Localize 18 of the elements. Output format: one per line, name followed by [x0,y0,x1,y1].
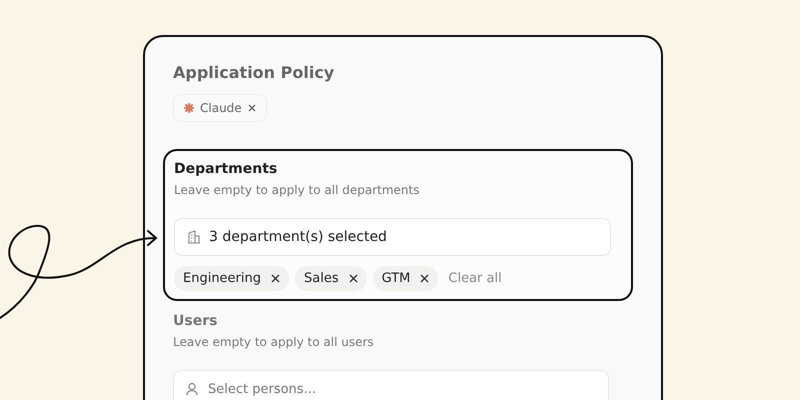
person-select[interactable]: Select persons... [173,370,609,400]
department-select[interactable]: 3 department(s) selected [174,218,611,256]
building-icon [187,230,201,244]
close-icon[interactable] [271,274,280,283]
close-icon[interactable] [348,274,358,283]
department-chip[interactable]: GTM [372,266,438,291]
department-chip[interactable]: Engineering [174,266,289,291]
section-hint: Leave empty to apply to all users [173,335,375,349]
department-chip[interactable]: Sales [295,266,367,291]
application-chip[interactable]: Claude [173,94,267,122]
section-label: Departments [174,161,278,177]
close-icon[interactable] [420,274,430,283]
person-icon [185,382,199,396]
section-hint: Leave empty to apply to all departments [174,183,420,197]
starburst-icon [184,103,194,113]
close-icon[interactable] [248,104,256,112]
policy-title: Application Policy [173,63,336,82]
section-label: Users [173,313,218,329]
